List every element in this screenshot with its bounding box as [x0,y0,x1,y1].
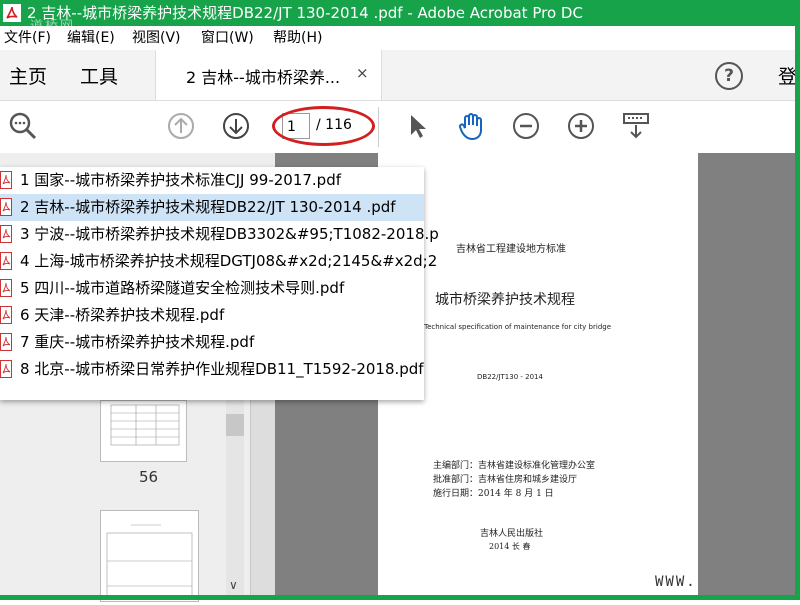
hand-tool-icon[interactable] [456,111,486,141]
window-title: 2 吉林--城市桥梁养护技术规程DB22/JT 130-2014 .pdf - … [27,4,583,22]
file-item-selected[interactable]: 2 吉林--城市桥梁养护技术规程DB22/JT 130-2014 .pdf [0,194,424,221]
toolbar: 1 / 116 [0,101,800,154]
file-item-label: 2 吉林--城市桥梁养护技术规程DB22/JT 130-2014 .pdf [20,198,396,216]
thumbnail-scrollbar[interactable]: ∨ [226,400,244,595]
tab-bar: 主页 工具 2 吉林--城市桥梁养... × ? 登 [0,50,800,101]
page-thumbnail[interactable] [100,510,199,602]
scrollbar-thumb[interactable] [226,414,244,436]
menu-file[interactable]: 文件(F) [4,26,51,50]
menu-bar: 文件(F) 编辑(E) 视图(V) 窗口(W) 帮助(H) [0,26,800,50]
find-icon[interactable] [8,111,38,141]
doc-publisher: 吉林人民出版社 [480,529,544,539]
pdf-file-icon [0,333,12,351]
zoom-in-icon[interactable] [566,111,596,141]
page-thumbnail[interactable] [100,400,187,462]
window-border-right [795,0,800,600]
window-border-bottom [0,595,800,600]
thumbnail-page-number: 56 [139,468,159,486]
help-icon[interactable]: ? [715,62,743,90]
toolbar-divider [378,107,379,147]
file-item[interactable]: 5 四川--城市道路桥梁隧道安全检测技术导则.pdf [0,275,424,302]
pdf-file-icon [0,360,12,378]
doc-pub-place: 2014 长 春 [489,542,531,551]
pdf-file-icon [0,225,12,243]
file-item-label: 7 重庆--城市桥梁养护技术规程.pdf [20,333,255,351]
file-item[interactable]: 7 重庆--城市桥梁养护技术规程.pdf [0,329,424,356]
file-list-popup: 1 国家--城市桥梁养护技术标准CJJ 99-2017.pdf 2 吉林--城市… [0,167,439,400]
previous-page-icon[interactable] [166,111,196,141]
doc-title-en: Technical specification of maintenance f… [424,323,612,331]
file-item-label: 5 四川--城市道路桥梁隧道安全检测技术导则.pdf [20,279,345,297]
file-item-label: 3 宁波--城市桥梁养护技术规程DB3302&#95;T1082-2018.p [20,225,439,243]
tab-tools[interactable]: 工具 [80,62,118,89]
pdf-file-icon [0,171,12,189]
file-item-label: 4 上海-城市桥梁养护技术规程DGTJ08&#x2d;2145&#x2d;2 [20,252,438,270]
highlight-ring [272,106,375,146]
tab-document[interactable]: 2 吉林--城市桥梁养... × [155,50,382,100]
menu-edit[interactable]: 编辑(E) [67,26,115,50]
acrobat-window: 2 吉林--城市桥梁养护技术规程DB22/JT 130-2014 .pdf - … [0,0,800,602]
doc-header: 吉林省工程建设地方标准 [456,244,566,255]
scroll-down-icon[interactable]: ∨ [229,578,238,592]
doc-date: 施行日期：2014 年 8 月 1 日 [433,489,554,499]
pane-divider[interactable] [250,400,276,600]
pdf-file-icon [0,279,12,297]
tab-document-label: 2 吉林--城市桥梁养... [186,68,341,87]
file-item[interactable]: 8 北京--城市桥梁日常养护作业规程DB11_T1592-2018.pdf [0,356,424,383]
select-cursor-icon[interactable] [403,111,433,141]
title-bar: 2 吉林--城市桥梁养护技术规程DB22/JT 130-2014 .pdf - … [0,0,800,34]
zoom-out-icon[interactable] [511,111,541,141]
doc-title-cn: 城市桥梁养护技术规程 [435,292,575,308]
pdf-file-icon [0,252,12,270]
menu-view[interactable]: 视图(V) [132,26,181,50]
file-item[interactable]: 6 天津--桥梁养护技术规程.pdf [0,302,424,329]
file-item-label: 1 国家--城市桥梁养护技术标准CJJ 99-2017.pdf [20,171,341,189]
pdf-file-icon [0,306,12,324]
menu-window[interactable]: 窗口(W) [201,26,254,50]
acrobat-app-icon [3,4,21,22]
file-item[interactable]: 4 上海-城市桥梁养护技术规程DGTJ08&#x2d;2145&#x2d;2 [0,248,437,275]
doc-approver: 批准部门：吉林省住房和城乡建设厅 [433,475,578,485]
file-item-label: 6 天津--桥梁养护技术规程.pdf [20,306,225,324]
doc-editor: 主编部门：吉林省建设标准化管理办公室 [433,461,596,471]
next-page-icon[interactable] [221,111,251,141]
keyboard-scroll-icon[interactable] [621,111,651,141]
tab-home[interactable]: 主页 [9,62,47,89]
file-item[interactable]: 1 国家--城市桥梁养护技术标准CJJ 99-2017.pdf [0,167,424,194]
file-item[interactable]: 3 宁波--城市桥梁养护技术规程DB3302&#95;T1082-2018.p [0,221,439,248]
thumbnail-table-image [110,404,180,446]
file-item-label: 8 北京--城市桥梁日常养护作业规程DB11_T1592-2018.pdf [20,360,424,378]
site-url-watermark: WWW. [655,574,697,590]
menu-help[interactable]: 帮助(H) [273,26,322,50]
close-tab-icon[interactable]: × [356,64,369,82]
pdf-file-icon [0,198,12,216]
thumbnail-form-image [106,524,193,598]
doc-code: DB22/JT130 - 2014 [477,373,543,381]
